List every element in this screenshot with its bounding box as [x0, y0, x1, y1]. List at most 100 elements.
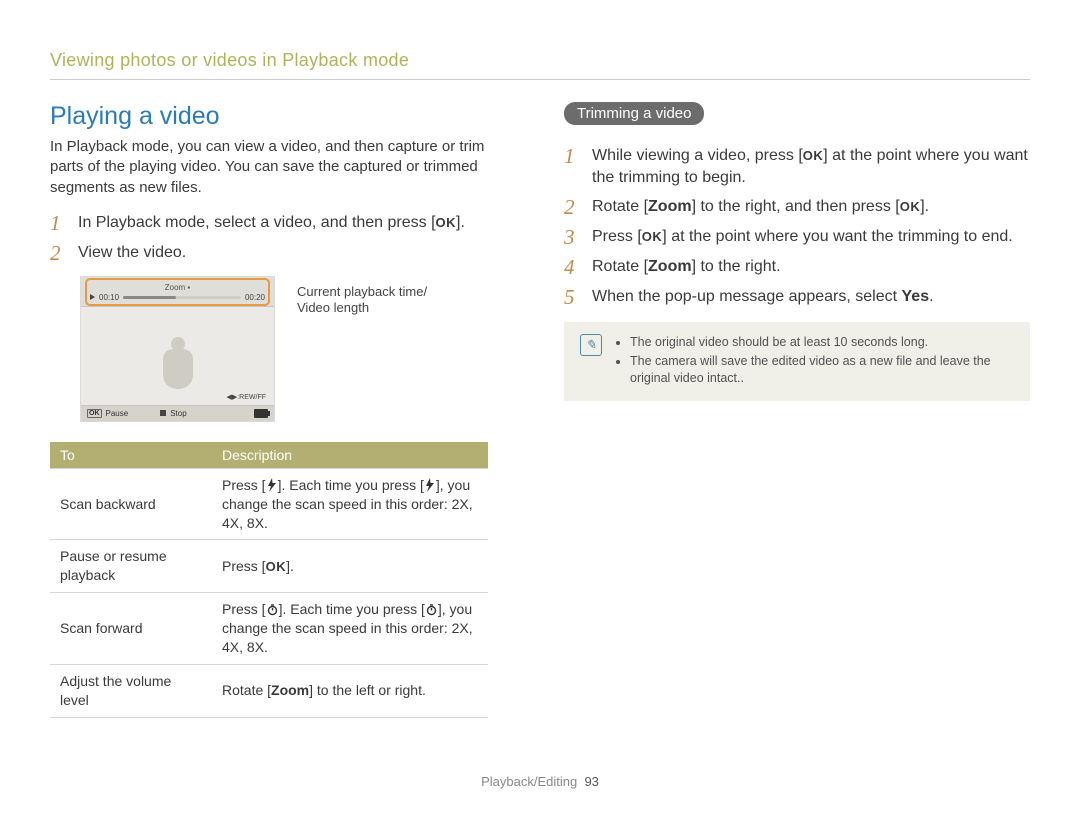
step-number: 2 — [564, 196, 582, 218]
table-row: Scan backward Press [ ]. Each time you pr… — [50, 468, 488, 540]
ok-icon: OK — [900, 198, 921, 216]
step-text: In Playback mode, select a video, and th… — [78, 212, 516, 234]
step-number: 4 — [564, 256, 582, 278]
step-text: Rotate [Zoom] to the right. — [592, 256, 1030, 278]
cell-action: Scan backward — [50, 468, 212, 540]
note-list: The original video should be at least 10… — [616, 334, 1014, 389]
trim-step-5: 5 When the pop-up message appears, selec… — [564, 286, 1030, 308]
footer-section: Playback/Editing — [481, 774, 577, 789]
timer-icon — [425, 603, 438, 616]
pause-label: Pause — [106, 409, 129, 418]
intro-paragraph: In Playback mode, you can view a video, … — [50, 137, 516, 198]
note-item: The camera will save the edited video as… — [630, 353, 1014, 387]
progress-bar — [123, 296, 241, 299]
table-row: Scan forward Press []. Each time you pre… — [50, 593, 488, 665]
text-fragment: Press [ — [592, 228, 642, 245]
text-fragment: When the pop-up message appears, select — [592, 288, 902, 305]
table-row: Pause or resume playback Press [OK]. — [50, 540, 488, 593]
controls-table: To Description Scan backward Press []. E… — [50, 442, 488, 718]
screenshot-topbar: Zoom ▪ 00:10 00:20 — [81, 277, 274, 307]
left-column: Playing a video In Playback mode, you ca… — [50, 102, 516, 718]
time-row: 00:10 00:20 — [90, 293, 265, 302]
step-text: When the pop-up message appears, select … — [592, 286, 1030, 308]
text-fragment: ] to the right. — [692, 258, 781, 275]
text-fragment: . — [929, 288, 933, 305]
text-fragment: ]. — [456, 214, 465, 231]
current-time: 00:10 — [99, 293, 119, 302]
screenshot-bottombar: OK Pause Stop — [81, 405, 274, 421]
highlighted-region: Zoom ▪ 00:10 00:20 — [88, 281, 267, 303]
page-footer: Playback/Editing 93 — [0, 774, 1080, 789]
cell-action: Pause or resume playback — [50, 540, 212, 593]
ok-icon: OK — [642, 228, 663, 246]
timer-icon — [266, 603, 279, 616]
text-fragment: ] to the right, and then press [ — [692, 198, 900, 215]
battery-icon — [254, 409, 268, 418]
screenshot-with-callout: Zoom ▪ 00:10 00:20 — [80, 276, 516, 422]
step-text: Press [OK] at the point where you want t… — [592, 226, 1030, 248]
step-number: 2 — [50, 242, 68, 264]
step-2: 2 View the video. — [50, 242, 516, 264]
flash-icon — [266, 478, 278, 492]
zoom-label: Zoom — [271, 682, 309, 698]
step-number: 5 — [564, 286, 582, 308]
yes-label: Yes — [902, 288, 930, 305]
breadcrumb-header: Viewing photos or videos in Playback mod… — [50, 50, 1030, 71]
zoom-label: Zoom ▪ — [90, 283, 265, 292]
step-text: View the video. — [78, 242, 516, 264]
text-fragment: ]. — [286, 558, 294, 574]
note-icon: ✎ — [580, 334, 602, 356]
text-fragment: In Playback mode, select a video, and th… — [78, 214, 436, 231]
step-number: 3 — [564, 226, 582, 248]
header-rule — [50, 79, 1030, 80]
ok-button-icon: OK — [87, 409, 102, 418]
flash-icon — [424, 478, 436, 492]
cell-action: Adjust the volume level — [50, 664, 212, 717]
cell-description: Press []. Each time you press [], you ch… — [212, 468, 488, 540]
cell-action: Scan forward — [50, 593, 212, 665]
step-text: Rotate [Zoom] to the right, and then pre… — [592, 196, 1030, 218]
text-fragment: ]. Each time you press [ — [279, 601, 425, 617]
page-number: 93 — [584, 774, 598, 789]
zoom-label: Zoom — [648, 198, 692, 215]
trim-step-4: 4 Rotate [Zoom] to the right. — [564, 256, 1030, 278]
note-box: ✎ The original video should be at least … — [564, 322, 1030, 401]
section-title: Playing a video — [50, 102, 516, 131]
trim-step-3: 3 Press [OK] at the point where you want… — [564, 226, 1030, 248]
text-fragment: Rotate [ — [592, 258, 648, 275]
two-column-layout: Playing a video In Playback mode, you ca… — [50, 102, 1030, 718]
figure-silhouette — [163, 337, 193, 397]
ok-icon: OK — [266, 558, 287, 576]
text-fragment: Press [ — [222, 477, 266, 493]
camera-screenshot: Zoom ▪ 00:10 00:20 — [80, 276, 275, 422]
subsection-pill: Trimming a video — [564, 102, 704, 125]
table-row: Adjust the volume level Rotate [Zoom] to… — [50, 664, 488, 717]
cell-description: Press []. Each time you press [], you ch… — [212, 593, 488, 665]
step-number: 1 — [564, 145, 582, 167]
text-fragment: ]. Each time you press [ — [278, 477, 424, 493]
cell-description: Rotate [Zoom] to the left or right. — [212, 664, 488, 717]
table-header-description: Description — [212, 442, 488, 469]
right-column: Trimming a video 1 While viewing a video… — [564, 102, 1030, 718]
text-fragment: ] at the point where you want the trimmi… — [662, 228, 1012, 245]
text-fragment: ] to the left or right. — [309, 682, 426, 698]
text-fragment: ]. — [920, 198, 929, 215]
stop-label: Stop — [170, 409, 186, 418]
total-time: 00:20 — [245, 293, 265, 302]
ok-icon: OK — [803, 147, 824, 165]
zoom-label: Zoom — [648, 258, 692, 275]
text-fragment: Press [ — [222, 558, 266, 574]
step-text: While viewing a video, press [OK] at the… — [592, 145, 1030, 188]
cell-description: Press [OK]. — [212, 540, 488, 593]
table-header-to: To — [50, 442, 212, 469]
text-fragment: Rotate [ — [222, 682, 271, 698]
play-icon — [90, 294, 95, 300]
screenshot-body: ◀▶:REW/FF — [81, 307, 274, 405]
callout-text: Current playback time/ Video length — [297, 276, 427, 317]
stop-icon — [160, 410, 166, 416]
text-fragment: While viewing a video, press [ — [592, 147, 803, 164]
note-item: The original video should be at least 10… — [630, 334, 1014, 351]
page: Viewing photos or videos in Playback mod… — [0, 0, 1080, 815]
text-fragment: Rotate [ — [592, 198, 648, 215]
rewff-label: ◀▶:REW/FF — [226, 393, 266, 401]
